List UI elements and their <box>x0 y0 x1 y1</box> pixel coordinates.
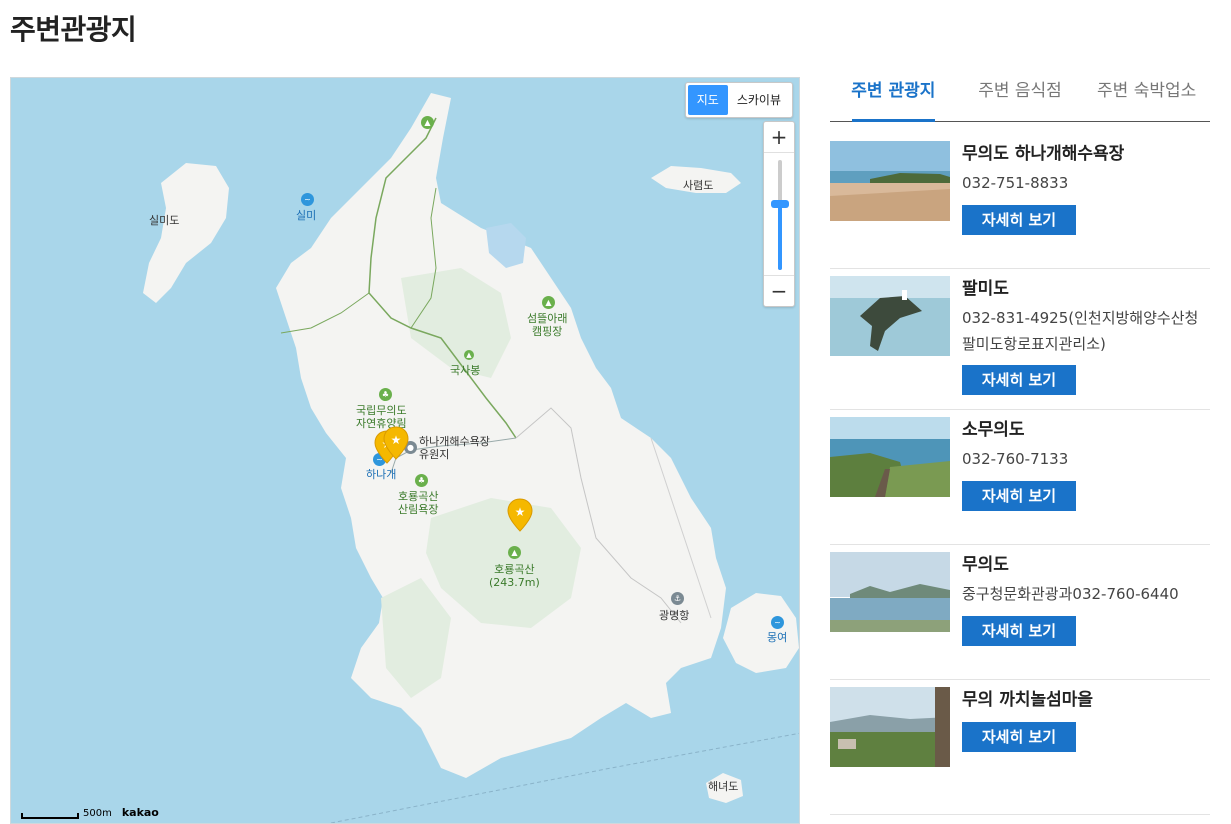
label-horyong-forest: 호룡곡산 산림욕장 <box>398 490 439 516</box>
scale-label: 500m <box>83 808 112 819</box>
page-title: 주변관광지 <box>10 13 137 46</box>
label-saryeokdo: 사렴도 <box>683 179 714 192</box>
marker-star-icon[interactable]: ★ <box>383 426 409 460</box>
place-thumbnail[interactable] <box>830 552 950 632</box>
marker-star-icon[interactable]: ★ <box>507 498 533 532</box>
place-phone: 032-751-8833 <box>962 174 1069 192</box>
label-gwangmyeong: 광명항 <box>659 609 690 622</box>
place-thumbnail[interactable] <box>830 687 950 767</box>
place-name: 무의도 하나개해수욕장 <box>962 144 1125 164</box>
category-tabs: 주변 관광지 주변 음식점 주변 숙박업소 <box>830 78 1210 122</box>
place-name: 소무의도 <box>962 420 1025 440</box>
label-hanagae: 하나개 <box>366 468 397 481</box>
detail-button[interactable]: 자세히 보기 <box>962 365 1076 395</box>
place-thumbnail[interactable] <box>830 276 950 356</box>
list-item: 소무의도 032-760-7133 자세히 보기 <box>830 410 1210 545</box>
svg-text:★: ★ <box>391 433 402 447</box>
mountain-icon: ▲ <box>508 546 521 559</box>
zoom-slider-handle[interactable] <box>771 200 789 208</box>
label-silmido: 실미도 <box>149 214 180 227</box>
place-phone: 032-831-4925(인천지방해양수산청 팔미도항로표지관리소) <box>962 309 1199 353</box>
tab-attractions[interactable]: 주변 관광지 <box>830 78 957 122</box>
beach-icon: ~ <box>771 616 784 629</box>
label-silmi: 실미 <box>296 209 317 222</box>
detail-button[interactable]: 자세히 보기 <box>962 616 1076 646</box>
place-name: 팔미도 <box>962 279 1009 299</box>
svg-text:★: ★ <box>515 505 526 519</box>
zoom-control: + − <box>763 121 795 307</box>
place-thumbnail[interactable] <box>830 417 950 497</box>
list-item: 무의도 하나개해수욕장 032-751-8833 자세히 보기 <box>830 124 1210 269</box>
label-camping: 섬뜰아래 캠핑장 <box>527 312 568 338</box>
forest-icon: ♣ <box>415 474 428 487</box>
label-horyong-peak: 호룡곡산 (243.7m) <box>489 563 540 589</box>
tab-restaurants[interactable]: 주변 음식점 <box>957 78 1084 121</box>
list-item: 팔미도 032-831-4925(인천지방해양수산청 팔미도항로표지관리소) 자… <box>830 269 1210 410</box>
peak-icon: ▲ <box>464 350 474 360</box>
forest-icon: ♣ <box>379 388 392 401</box>
zoom-slider-fill <box>778 204 782 270</box>
zoom-in-button[interactable]: + <box>764 122 794 152</box>
detail-button[interactable]: 자세히 보기 <box>962 205 1076 235</box>
map-type-toggle: 지도 스카이뷰 <box>684 82 793 118</box>
place-phone: 032-760-7133 <box>962 450 1069 468</box>
map-scale: 500m kakao <box>21 806 159 819</box>
label-haenyeodo: 해녀도 <box>708 780 739 793</box>
map-view[interactable]: ▲ ~ ▲ ♣ ● ~ ♣ ▲ ⚓ ~ 실미도 실미 사렴도 섬뜰아래 캠핑장 … <box>10 77 800 824</box>
label-mongyeo: 몽여 <box>767 631 788 644</box>
place-phone: 중구청문화관광과032-760-6440 <box>962 585 1179 603</box>
scale-bar <box>21 813 79 819</box>
detail-button[interactable]: 자세히 보기 <box>962 722 1076 752</box>
map-type-skyview-button[interactable]: 스카이뷰 <box>728 85 790 115</box>
beach-icon: ~ <box>301 193 314 206</box>
place-name: 무의 까치놀섬마을 <box>962 690 1094 710</box>
provider-logo: kakao <box>121 806 159 819</box>
tab-lodging[interactable]: 주변 숙박업소 <box>1083 78 1210 121</box>
detail-button[interactable]: 자세히 보기 <box>962 481 1076 511</box>
zoom-out-button[interactable]: − <box>764 276 794 306</box>
port-icon: ⚓ <box>671 592 684 605</box>
mountain-icon: ▲ <box>421 116 434 129</box>
list-item: 무의도 중구청문화관광과032-760-6440 자세히 보기 <box>830 545 1210 680</box>
camping-icon: ▲ <box>542 296 555 309</box>
place-name: 무의도 <box>962 555 1009 575</box>
label-hanagae-resort: 하나개해수욕장 유원지 <box>419 435 490 461</box>
place-list: 무의도 하나개해수욕장 032-751-8833 자세히 보기 팔미도 032-… <box>830 124 1210 815</box>
label-guksabong: 국사봉 <box>450 364 481 377</box>
map-type-map-button[interactable]: 지도 <box>687 85 728 115</box>
place-thumbnail[interactable] <box>830 141 950 221</box>
list-item: 무의 까치놀섬마을 자세히 보기 <box>830 680 1210 815</box>
